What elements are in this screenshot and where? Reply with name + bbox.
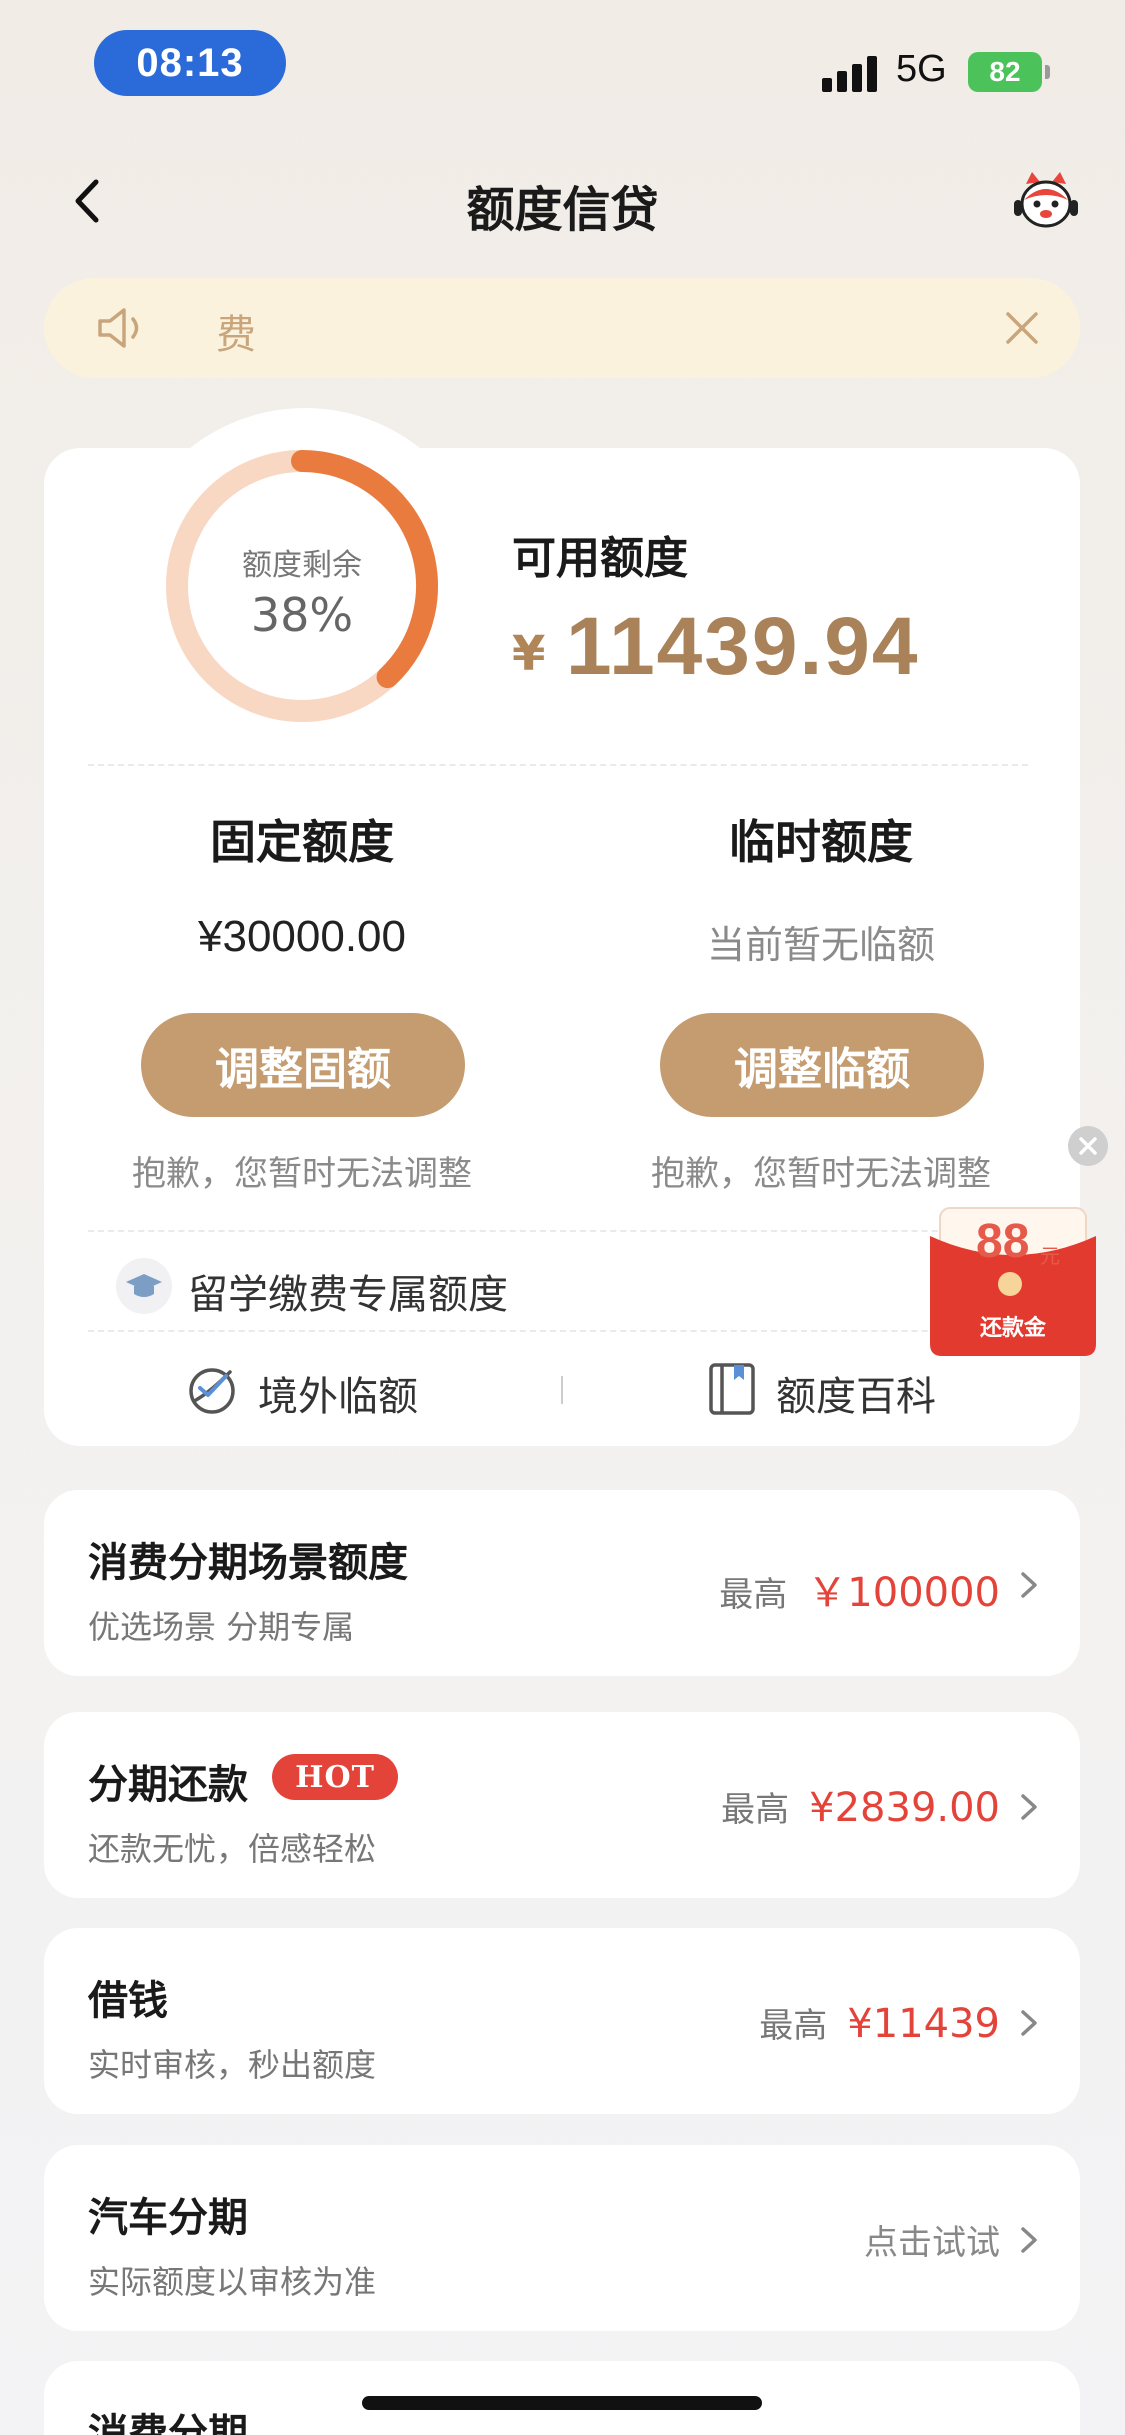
row-title: 汽车分期 (88, 2195, 248, 2241)
row-prefix: 最高 (721, 1790, 790, 1830)
row-action: 点击试试 (864, 2223, 1000, 2263)
chevron-right-icon (1021, 2010, 1037, 2036)
home-indicator (362, 2396, 762, 2410)
temp-limit-status: 当前暂无临额 (706, 923, 935, 967)
speaker-icon (98, 308, 139, 348)
row-title: 消费分期场景额度 (88, 1540, 408, 1586)
network-type: 5G (896, 48, 947, 90)
available-amount: 11439.94 (566, 601, 920, 692)
study-abroad-link[interactable]: 留学缴费专属额度 (188, 1262, 508, 1320)
chevron-right-icon (1021, 1572, 1037, 1598)
row-title: 分期还款 (88, 1762, 248, 1808)
temp-limit-title: 临时额度 (729, 815, 913, 869)
close-icon[interactable] (1000, 306, 1044, 350)
divider (88, 1330, 1028, 1332)
graduation-cap-icon (116, 1258, 172, 1314)
battery-icon: 82 (968, 52, 1050, 92)
divider (88, 764, 1028, 766)
overseas-icon[interactable] (186, 1362, 240, 1416)
notice-bar[interactable]: 费 (44, 278, 1080, 378)
nav-bar: 额度信贷 (0, 150, 1125, 250)
status-time: 08:13 (94, 30, 286, 96)
feature-row-borrow[interactable]: 借钱 实时审核，秒出额度 最高 ¥11439 (44, 1928, 1080, 2114)
mascot-service-icon[interactable] (1012, 170, 1080, 232)
reward-label: 还款金 (979, 1316, 1046, 1341)
ring-percent: 38% (250, 588, 354, 642)
row-subtitle: 优选场景 分期专属 (88, 1608, 355, 1646)
signal-icon (822, 56, 880, 92)
book-icon[interactable] (708, 1362, 756, 1416)
overseas-temp-link[interactable]: 境外临额 (258, 1364, 418, 1422)
fixed-limit-note: 抱歉，您暂时无法调整 (132, 1154, 472, 1194)
divider (88, 1230, 1028, 1232)
row-prefix: 最高 (719, 1575, 788, 1615)
ring-label: 额度剩余 (242, 548, 362, 583)
row-amount: ￥100000 (807, 1570, 1000, 1616)
row-title: 借钱 (88, 1978, 168, 2024)
row-subtitle: 实时审核，秒出额度 (88, 2046, 377, 2084)
temp-limit-note: 抱歉，您暂时无法调整 (651, 1154, 991, 1194)
adjust-fixed-button[interactable]: 调整固额 (141, 1013, 465, 1117)
row-amount: ¥2839.00 (809, 1785, 1000, 1831)
row-subtitle: 实际额度以审核为准 (88, 2263, 377, 2301)
status-bar: 08:13 5G 82 (0, 0, 1125, 130)
page-title: 额度信贷 (466, 182, 659, 238)
fixed-limit-title: 固定额度 (210, 815, 394, 869)
row-prefix: 最高 (759, 2006, 828, 2046)
row-title: 消费分期 (88, 2411, 248, 2435)
notice-text: 费 (216, 312, 256, 358)
row-amount: ¥11439 (847, 2001, 1000, 2047)
feature-row-installment[interactable]: 分期还款 HOT 还款无忧，倍感轻松 最高 ¥2839.00 (44, 1712, 1080, 1898)
row-subtitle: 还款无忧，倍感轻松 (88, 1830, 377, 1868)
feature-row-car[interactable]: 汽车分期 实际额度以审核为准 点击试试 (44, 2145, 1080, 2331)
fixed-limit-amount: ¥30000.00 (198, 912, 406, 961)
reward-amount: 88 (976, 1215, 1030, 1268)
float-close-button[interactable] (1068, 1126, 1108, 1166)
feature-row-scene[interactable]: 消费分期场景额度 优选场景 分期专属 最高 ￥100000 (44, 1490, 1080, 1676)
chevron-right-icon (1021, 2227, 1037, 2253)
available-label: 可用额度 (512, 533, 688, 584)
remaining-ring-chart (166, 450, 438, 722)
hot-badge: HOT (272, 1754, 398, 1800)
credit-wiki-link[interactable]: 额度百科 (776, 1364, 936, 1422)
reward-unit: 元 (1040, 1244, 1060, 1268)
separator (561, 1376, 563, 1404)
available-currency: ¥ (512, 626, 546, 682)
adjust-temp-button[interactable]: 调整临额 (660, 1013, 984, 1117)
chevron-right-icon (1021, 1794, 1037, 1820)
